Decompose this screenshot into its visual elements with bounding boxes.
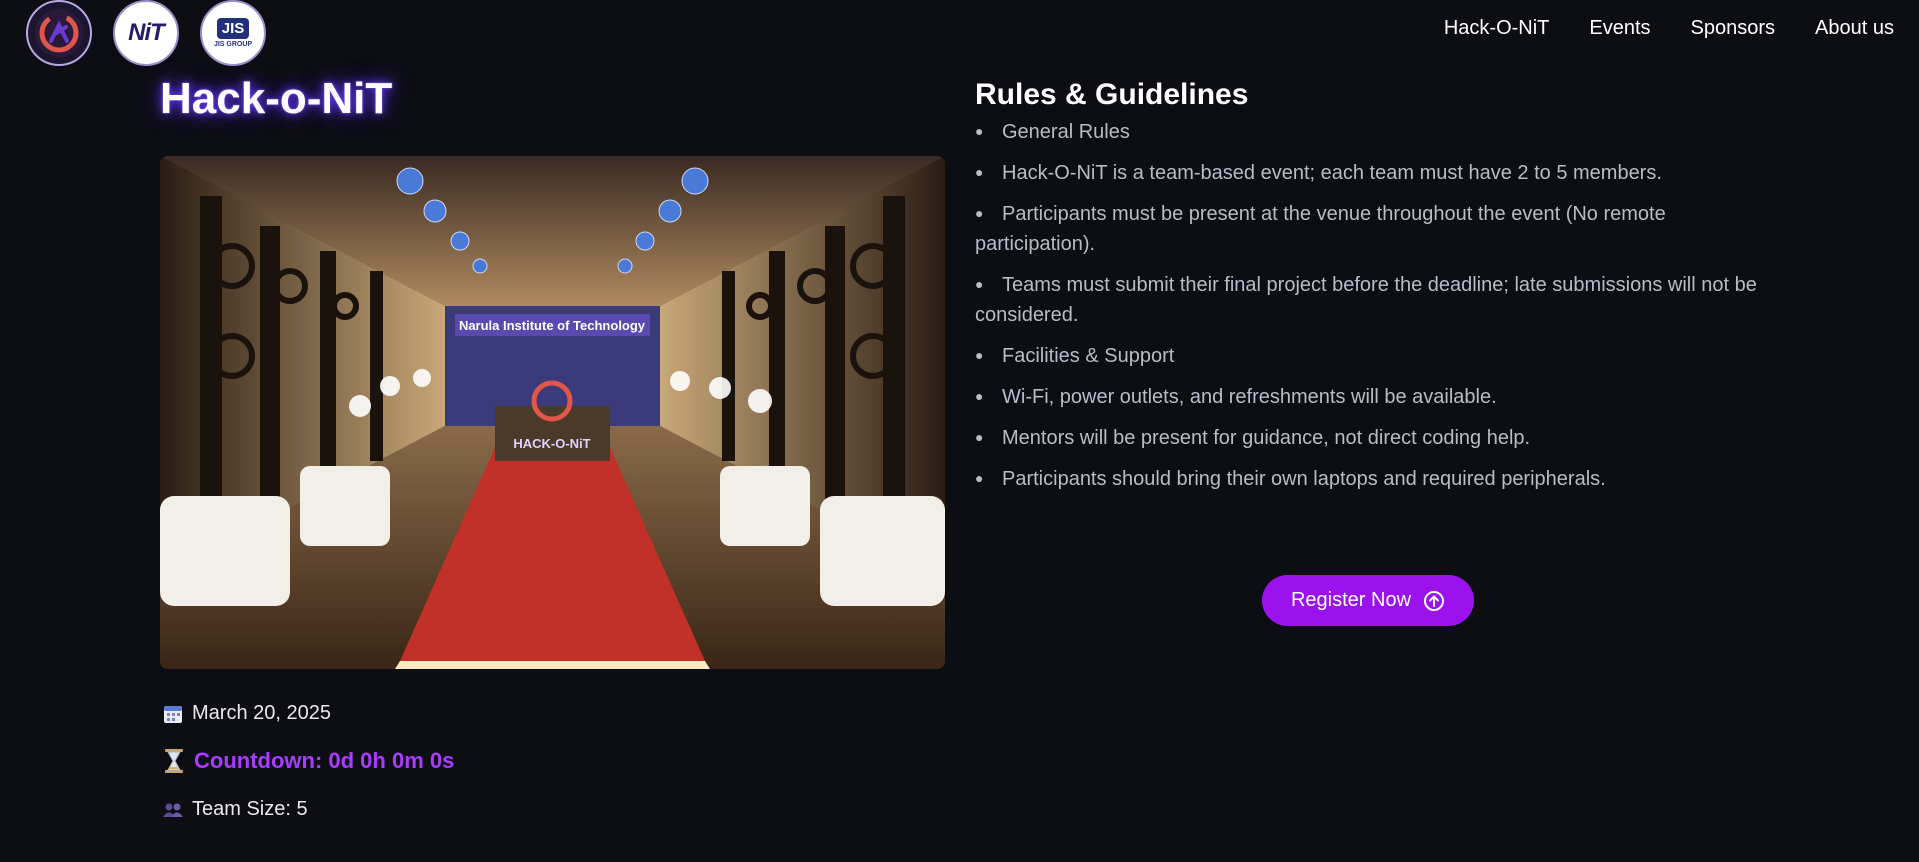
- nav-link-events[interactable]: Events: [1589, 17, 1650, 40]
- nit-logo[interactable]: NiT: [113, 0, 179, 66]
- rule-text: Participants should bring their own lapt…: [1002, 468, 1606, 490]
- nit-logo-text: NiT: [128, 19, 165, 46]
- countdown-row: Countdown: 0d 0h 0m 0s: [163, 748, 454, 774]
- nav-link-about-us[interactable]: About us: [1815, 17, 1894, 40]
- event-date-row: March 20, 2025: [163, 702, 331, 725]
- rule-item: ● Participants must be present at the ven…: [975, 198, 1765, 259]
- rules-title: Rules & Guidelines: [975, 78, 1249, 111]
- rule-item: ● Facilities & Support: [975, 340, 1765, 371]
- countdown-text: Countdown: 0d 0h 0m 0s: [194, 748, 455, 773]
- jis-logo-text: JIS: [216, 18, 250, 39]
- photo-sign-text: HACK-O-NiT: [513, 436, 590, 451]
- logo-group: NiT JIS JIS GROUP: [26, 0, 266, 66]
- bullet-icon: ●: [975, 429, 984, 445]
- rule-item: ● General Rules: [975, 116, 1765, 147]
- bullet-icon: ●: [975, 470, 984, 486]
- team-icon: [163, 803, 183, 817]
- rule-text: General Rules: [1002, 121, 1130, 143]
- rule-item: ● Hack-O-NiT is a team-based event; each …: [975, 157, 1765, 188]
- bullet-icon: ●: [975, 347, 984, 363]
- rule-text: Mentors will be present for guidance, no…: [1002, 427, 1531, 449]
- rule-item: ● Mentors will be present for guidance, n…: [975, 422, 1765, 453]
- jis-group-logo[interactable]: JIS JIS GROUP: [200, 0, 266, 66]
- rule-item: ● Wi-Fi, power outlets, and refreshments …: [975, 381, 1765, 412]
- top-nav: Hack-O-NiT Events Sponsors About us: [1444, 17, 1894, 40]
- bullet-icon: ●: [975, 276, 984, 292]
- register-button-label: Register Now: [1290, 589, 1412, 611]
- event-date: March 20, 2025: [192, 702, 331, 724]
- rule-item: ● Teams must submit their final project b…: [975, 269, 1765, 330]
- team-size: Team Size: 5: [192, 798, 308, 820]
- photo-banner-text: Narula Institute of Technology: [459, 318, 646, 333]
- hack-o-nit-logo[interactable]: [26, 0, 92, 66]
- nav-link-sponsors[interactable]: Sponsors: [1691, 17, 1776, 40]
- rule-item: ● Participants should bring their own lap…: [975, 463, 1765, 494]
- arrow-up-circle-icon: [1424, 590, 1445, 611]
- register-now-button[interactable]: Register Now: [1262, 575, 1474, 626]
- bullet-icon: ●: [975, 123, 984, 139]
- nav-link-hack-o-nit[interactable]: Hack-O-NiT: [1444, 17, 1550, 40]
- hack-o-nit-logo-mark: [35, 9, 83, 57]
- event-title: Hack-o-NiT: [160, 74, 393, 123]
- rules-list: ● General Rules ● Hack-O-NiT is a team-bas…: [975, 116, 1765, 504]
- bullet-icon: ●: [975, 205, 984, 221]
- bullet-icon: ●: [975, 388, 984, 404]
- event-hall-illustration: Narula Institute of Technology HACK-O-Ni…: [160, 156, 945, 669]
- jis-logo-subtext: JIS GROUP: [213, 41, 253, 48]
- team-size-row: Team Size: 5: [163, 798, 308, 821]
- rule-text: Hack-O-NiT is a team-based event; each t…: [1002, 162, 1662, 184]
- rule-text: Facilities & Support: [1002, 345, 1175, 367]
- rule-text: Participants must be present at the venu…: [975, 203, 1666, 255]
- rule-text: Wi-Fi, power outlets, and refreshments w…: [1002, 386, 1497, 408]
- event-photo: Narula Institute of Technology HACK-O-Ni…: [160, 156, 945, 669]
- rule-text: Teams must submit their final project be…: [975, 274, 1757, 326]
- calendar-icon: [164, 705, 182, 723]
- hourglass-icon: [165, 749, 183, 773]
- bullet-icon: ●: [975, 164, 984, 180]
